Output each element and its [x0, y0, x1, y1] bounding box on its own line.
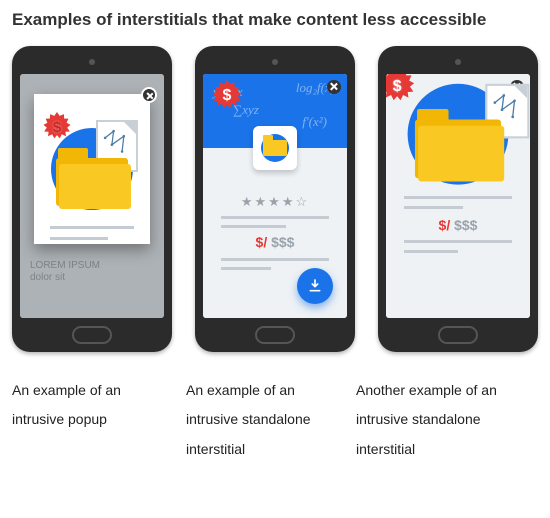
- phone-home-button: [438, 326, 478, 344]
- heading: Examples of interstitials that make cont…: [12, 10, 538, 30]
- close-icon[interactable]: [141, 87, 157, 103]
- phone-camera: [272, 59, 278, 65]
- phone-screen: LOREM IPSUMdolor sit $: [20, 74, 164, 318]
- captions-row: An example of an intrusive popup An exam…: [12, 376, 538, 464]
- caption-3: Another example of an intrusive standalo…: [356, 376, 532, 464]
- download-button[interactable]: [297, 268, 333, 304]
- download-icon: [307, 278, 323, 294]
- popup-illustration: $: [44, 110, 140, 218]
- phone-screen: $ $/ $$$: [386, 74, 530, 318]
- price-badge-icon: $: [386, 74, 416, 105]
- price-badge-icon: $: [42, 112, 72, 142]
- price-text: $/ $$$: [203, 234, 347, 250]
- phone-screen: y=mx ∑xyz log₂f(x) f'(x²) $ ★★★★☆ $/ $$$: [203, 74, 347, 318]
- folder-icon: [415, 120, 501, 179]
- phone-standalone-2: $ $/ $$$: [378, 46, 538, 352]
- folder-icon: [56, 158, 128, 206]
- price-badge-icon: $: [211, 80, 243, 112]
- app-card-icon: [253, 126, 297, 170]
- phone-home-button: [255, 326, 295, 344]
- phone-home-button: [72, 326, 112, 344]
- caption-1: An example of an intrusive popup: [12, 376, 172, 464]
- price-text: $/ $$$: [386, 217, 530, 233]
- phone-camera: [89, 59, 95, 65]
- star-rating: ★★★★☆: [203, 194, 347, 210]
- phones-row: LOREM IPSUMdolor sit $: [12, 46, 538, 352]
- phone-popup-example: LOREM IPSUMdolor sit $: [12, 46, 172, 352]
- close-icon[interactable]: [327, 80, 341, 94]
- intrusive-popup: $: [34, 94, 150, 244]
- caption-2: An example of an intrusive standalone in…: [186, 376, 346, 464]
- standalone-interstitial: y=mx ∑xyz log₂f(x) f'(x²) $ ★★★★☆ $/ $$$: [203, 74, 347, 318]
- interstitial-illustration: $: [386, 74, 530, 187]
- standalone-interstitial: $ $/ $$$: [386, 74, 530, 318]
- phone-standalone-1: y=mx ∑xyz log₂f(x) f'(x²) $ ★★★★☆ $/ $$$: [195, 46, 355, 352]
- phone-camera: [455, 59, 461, 65]
